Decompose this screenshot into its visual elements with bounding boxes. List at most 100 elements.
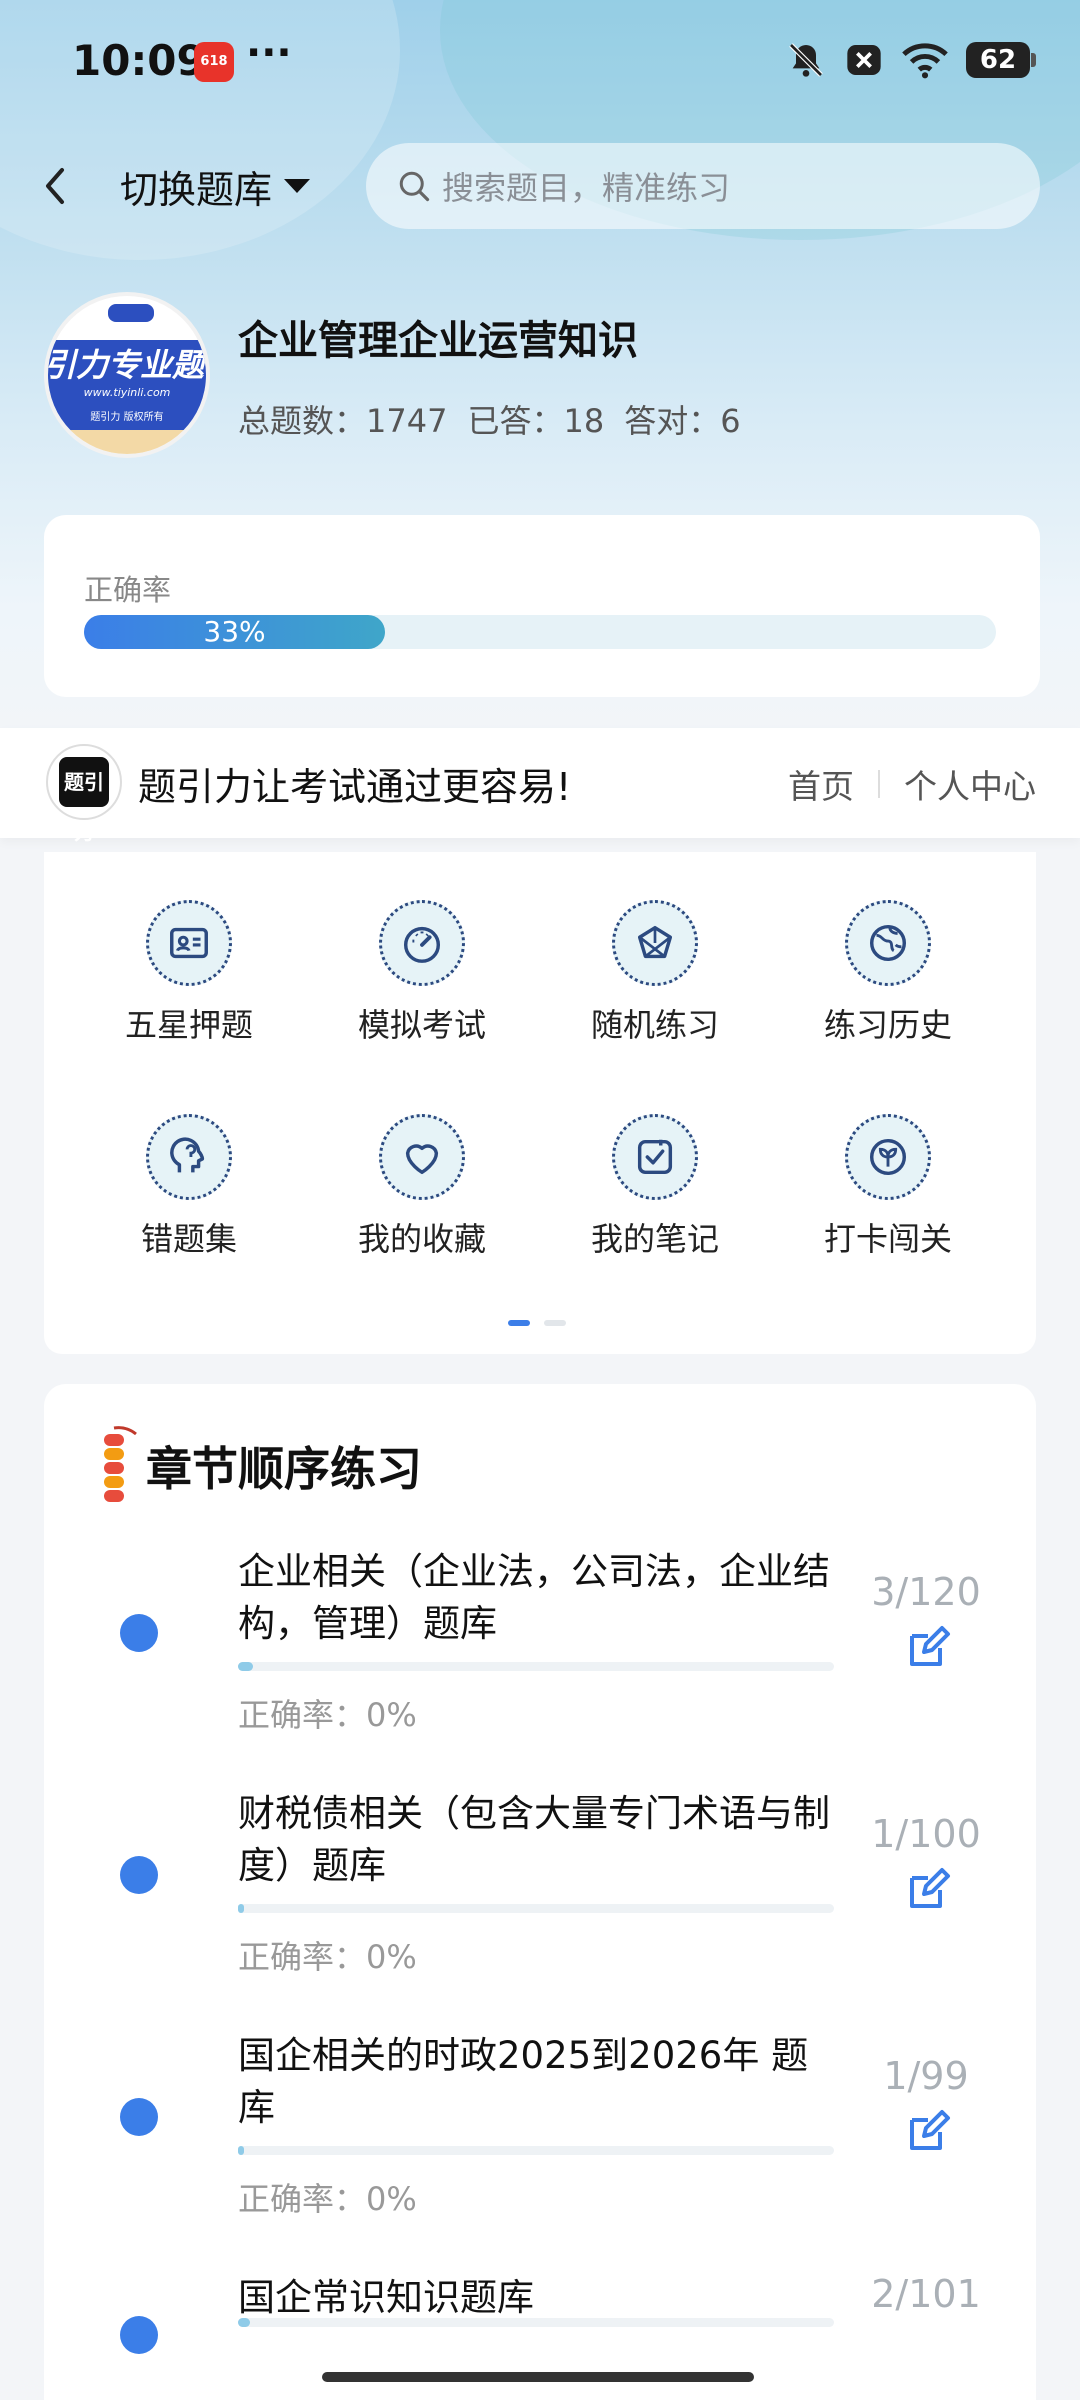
logo-url: www.tiyinli.com xyxy=(83,386,171,399)
chapter-header: 章节顺序练习 xyxy=(92,1424,422,1508)
nav-divider xyxy=(878,770,880,798)
bank-title: 企业管理企业运营知识 xyxy=(238,318,638,364)
edit-icon[interactable] xyxy=(904,1624,952,1672)
logo-text: 引力专业题 xyxy=(44,346,205,384)
chapter-name: 国企相关的时政2025到2026年 题库 xyxy=(238,2034,809,2129)
bank-logo: 引力专业题 www.tiyinli.com 题引力 版权所有 xyxy=(44,292,210,458)
total-label: 总题数： xyxy=(238,402,367,440)
network-icon xyxy=(612,900,698,986)
function-label: 模拟考试 xyxy=(357,1006,486,1044)
function-label: 五星押题 xyxy=(124,1006,253,1044)
sprout-icon xyxy=(845,1114,931,1200)
logo-gold-stripe xyxy=(48,430,206,454)
grid-pager xyxy=(508,1320,566,1326)
accuracy-label: 正确率 xyxy=(84,573,172,607)
note-check-icon xyxy=(612,1114,698,1200)
function-label: 练习历史 xyxy=(823,1006,952,1044)
total-value: 1747 xyxy=(366,402,448,440)
switch-bank-button[interactable]: 切换题库 xyxy=(120,158,311,214)
nav-profile-link[interactable]: 个人中心 xyxy=(904,760,1036,808)
edit-icon[interactable] xyxy=(904,1866,952,1914)
chapter-section-title: 章节顺序练习 xyxy=(146,1442,422,1496)
id-card-icon xyxy=(146,900,232,986)
edit-icon[interactable] xyxy=(904,2108,952,2156)
chapter-progress-fill xyxy=(238,1662,253,1671)
brand-nav: 首页 个人中心 xyxy=(788,760,1036,808)
back-button[interactable] xyxy=(40,158,84,214)
function-wrong-questions[interactable]: 错题集 xyxy=(89,1114,289,1260)
bank-stats: 总题数：1747 已答：18 答对：6 xyxy=(238,396,741,442)
function-favorites[interactable]: 我的收藏 xyxy=(322,1114,522,1260)
chapter-progress-fill xyxy=(238,2318,250,2327)
status-bar: 10:09 618 ··· 62 xyxy=(0,0,1080,125)
function-random-practice[interactable]: 随机练习 xyxy=(555,900,755,1046)
chapter-accuracy: 正确率：0% xyxy=(238,1696,417,1734)
search-input[interactable]: 搜索题目，精准练习 xyxy=(366,143,1040,229)
chapter-count: 2/101 xyxy=(871,2272,981,2316)
close-box-icon xyxy=(847,45,881,75)
chapter-name: 财税债相关（包含大量专门术语与制度）题库 xyxy=(238,1792,830,1887)
home-indicator[interactable] xyxy=(322,2372,754,2382)
function-check-in[interactable]: 打卡闯关 xyxy=(788,1114,988,1260)
chapter-bullet xyxy=(120,2316,158,2354)
logo-subtitle: 题引力 版权所有 xyxy=(90,412,164,423)
more-notifications-icon: ··· xyxy=(246,30,292,76)
accuracy-card: 正确率 33% xyxy=(44,515,1040,697)
chapter-accuracy: 正确率：0% xyxy=(238,1938,417,1976)
bell-muted-icon xyxy=(789,43,823,77)
switch-bank-label: 切换题库 xyxy=(120,167,273,212)
chapter-bullet xyxy=(120,1614,158,1652)
caret-down-icon xyxy=(284,179,311,193)
chapter-count: 1/99 xyxy=(883,2054,969,2098)
function-label: 我的笔记 xyxy=(590,1220,719,1258)
accuracy-percent: 33% xyxy=(203,615,266,648)
gauge-icon xyxy=(379,900,465,986)
firecracker-icon xyxy=(104,1426,137,1502)
brand-logo-mark: 题引力 xyxy=(59,757,109,844)
chapter-name: 企业相关（企业法，公司法，企业结构，管理）题库 xyxy=(238,1550,830,1645)
promo-badge-icon: 618 xyxy=(194,42,234,82)
function-practice-history[interactable]: 练习历史 xyxy=(788,900,988,1046)
function-star-questions[interactable]: 五星押题 xyxy=(89,900,289,1046)
pager-dot[interactable] xyxy=(544,1320,566,1326)
chapter-name: 国企常识知识题库 xyxy=(238,2276,534,2319)
logo-top-mark xyxy=(108,304,154,322)
chapter-progress-fill xyxy=(238,2146,244,2155)
function-label: 我的收藏 xyxy=(357,1220,486,1258)
search-placeholder: 搜索题目，精准练习 xyxy=(442,169,731,207)
chapter-practice-card: 章节顺序练习 企业相关（企业法，公司法，企业结构，管理）题库 3/120 正确率… xyxy=(44,1384,1036,2400)
function-my-notes[interactable]: 我的笔记 xyxy=(555,1114,755,1260)
accuracy-progress-bar: 33% xyxy=(84,615,996,649)
pager-dot-active[interactable] xyxy=(508,1320,530,1326)
brand-logo: 题引力 xyxy=(46,744,122,844)
status-icons: 62 xyxy=(786,38,1036,82)
battery-icon: 62 xyxy=(966,42,1036,78)
brand-slogan: 题引力让考试通过更容易! xyxy=(138,765,572,809)
answered-value: 18 xyxy=(563,402,605,440)
chapter-progress-bar xyxy=(238,2318,834,2327)
globe-icon xyxy=(845,900,931,986)
chapter-bullet xyxy=(120,2098,158,2136)
correct-stat: 答对：6 xyxy=(624,396,740,442)
chapter-progress-bar xyxy=(238,1904,834,1913)
chapter-accuracy: 正确率：0% xyxy=(238,2180,417,2218)
chapter-bullet xyxy=(120,1856,158,1894)
chapter-count: 3/120 xyxy=(871,1570,981,1614)
function-label: 打卡闯关 xyxy=(823,1220,952,1258)
nav-home-link[interactable]: 首页 xyxy=(788,760,854,808)
total-stat: 总题数：1747 xyxy=(238,396,447,442)
function-mock-exam[interactable]: 模拟考试 xyxy=(322,900,522,1046)
function-label: 错题集 xyxy=(140,1220,237,1258)
chapter-progress-bar xyxy=(238,2146,834,2155)
function-grid: 五星押题 模拟考试 随机练习 练习历史 错题集 我的收藏 我的笔记 打卡闯关 xyxy=(44,852,1036,1354)
status-time: 10:09 xyxy=(72,36,206,85)
answered-stat: 已答：18 xyxy=(467,396,604,442)
chapter-progress-fill xyxy=(238,1904,244,1913)
chevron-left-icon xyxy=(46,168,64,204)
head-icon xyxy=(146,1114,232,1200)
heart-icon xyxy=(379,1114,465,1200)
function-label: 随机练习 xyxy=(590,1006,719,1044)
chapter-progress-bar xyxy=(238,1662,834,1671)
brand-bar: 题引力 题引力让考试通过更容易! 首页 个人中心 xyxy=(0,728,1080,844)
wifi-icon xyxy=(902,43,948,79)
